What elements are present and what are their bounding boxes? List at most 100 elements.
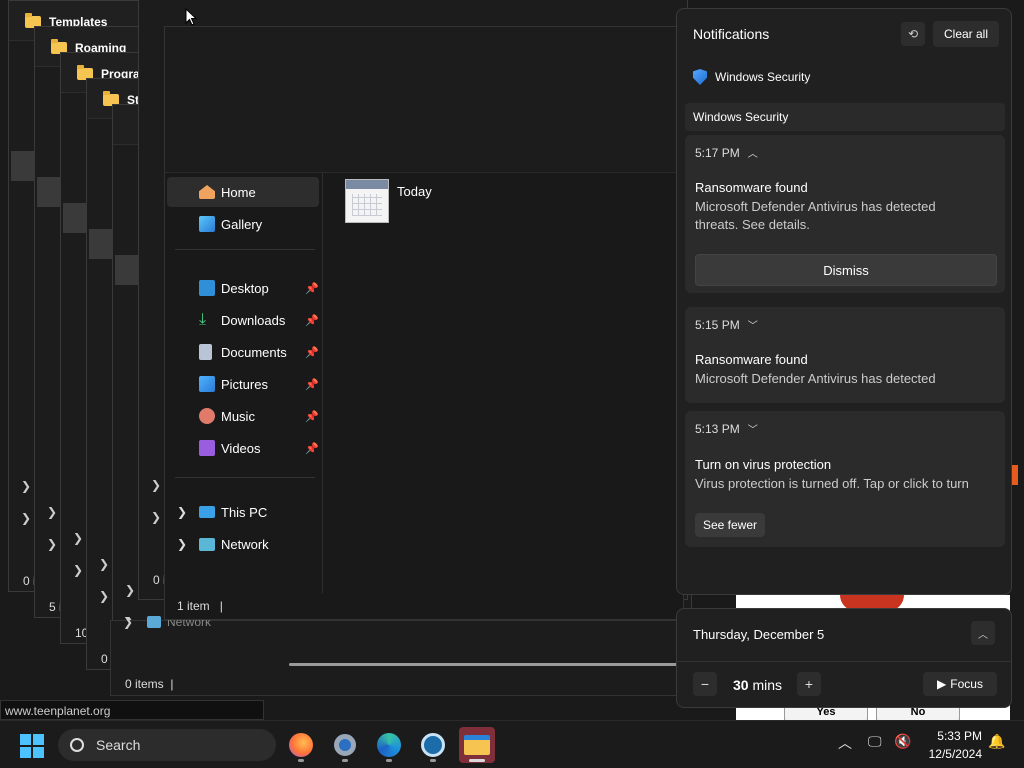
bell-icon[interactable]: 🔔 (988, 733, 1005, 750)
chevron-right-icon[interactable]: ❯ (151, 510, 161, 524)
volume-muted-icon[interactable]: 🔇 (894, 733, 911, 750)
taskbar-search[interactable]: Search (58, 729, 276, 761)
nav-item-pictures[interactable]: Pictures 📌 (167, 369, 319, 399)
notification-time[interactable]: 5:17 PM ︿ (695, 145, 758, 160)
file-name: Today (397, 183, 432, 199)
explorer-window-main[interactable]: Home Gallery Desktop 📌 ⤓ Downloads 📌 Doc… (164, 26, 684, 620)
chevron-right-icon[interactable]: ❯ (99, 557, 109, 571)
nav-item-home[interactable]: Home (167, 177, 319, 207)
desktop-icon (199, 280, 215, 296)
nav-item-desktop[interactable]: Desktop 📌 (167, 273, 319, 303)
nav-item-downloads[interactable]: ⤓ Downloads 📌 (167, 305, 319, 335)
horizontal-scrollbar[interactable] (289, 663, 679, 666)
document-icon (199, 344, 212, 360)
nav-item-this-pc[interactable]: ❯ This PC (167, 497, 319, 527)
clear-all-button[interactable]: Clear all (933, 21, 999, 47)
taskbar-edge[interactable] (371, 727, 407, 763)
nav-label: Gallery (221, 216, 263, 232)
file-item-today[interactable]: Today (345, 179, 432, 223)
notification-group-header[interactable]: Windows Security (685, 103, 1005, 131)
nav-divider (175, 249, 315, 250)
taskbar-clock[interactable]: 5:33 PM 12/5/2024 (924, 727, 982, 763)
see-fewer-button[interactable]: See fewer (695, 513, 765, 537)
minus-icon: − (700, 676, 710, 692)
notification-body: Virus protection is turned off. Tap or c… (695, 476, 969, 491)
download-icon: ⤓ (199, 311, 207, 328)
search-icon (70, 738, 84, 752)
taskbar-settings[interactable] (327, 727, 363, 763)
plus-icon: + (804, 676, 814, 692)
chevron-right-icon[interactable]: ❯ (21, 479, 31, 493)
notification-card[interactable]: 5:15 PM ﹀ Ransomware found Microsoft Defe… (685, 307, 1005, 403)
taskbar-firefox[interactable] (283, 727, 319, 763)
behind-status-text: 0 items | (125, 677, 174, 691)
chevron-right-icon[interactable]: ❯ (177, 505, 187, 519)
taskbar-steam[interactable] (415, 727, 451, 763)
pictures-icon (199, 376, 215, 392)
calendar-date[interactable]: Thursday, December 5 (693, 627, 824, 642)
pin-icon[interactable]: 📌 (305, 314, 319, 327)
focus-button[interactable]: ▶ Focus (923, 672, 997, 696)
nav-selection (89, 229, 113, 259)
chevron-up-icon: ︿ (747, 149, 758, 160)
decrease-focus-button[interactable]: − (693, 672, 717, 696)
music-icon (199, 408, 215, 424)
dismiss-button[interactable]: Dismiss (695, 254, 997, 286)
firefox-icon (289, 733, 313, 757)
status-text: 1 item (177, 599, 210, 613)
notification-body: Microsoft Defender Antivirus has detecte… (695, 199, 936, 232)
nav-item-gallery[interactable]: Gallery (167, 209, 319, 239)
notification-card[interactable]: 5:13 PM ﹀ Turn on virus protection Virus … (685, 411, 1005, 547)
chevron-right-icon[interactable]: ❯ (99, 589, 109, 603)
chevron-right-icon[interactable]: ❯ (73, 563, 83, 577)
steam-icon (421, 733, 445, 757)
nav-label: Network (221, 536, 269, 552)
navigation-pane: Home Gallery Desktop 📌 ⤓ Downloads 📌 Doc… (165, 173, 323, 593)
chevron-right-icon[interactable]: ❯ (123, 615, 133, 629)
gallery-icon (199, 216, 215, 232)
network-icon (147, 616, 161, 628)
folder-icon (464, 735, 490, 755)
pin-icon[interactable]: 📌 (305, 442, 319, 455)
collapse-calendar-button[interactable]: ︿ (971, 621, 995, 645)
notification-card[interactable]: 5:17 PM ︿ Ransomware found Microsoft Defe… (685, 135, 1005, 293)
pin-icon[interactable]: 📌 (305, 378, 319, 391)
app-header: Windows Security (693, 69, 810, 85)
do-not-disturb-button[interactable]: ⟲ (901, 22, 925, 46)
nav-label: Documents (221, 344, 287, 360)
chevron-right-icon[interactable]: ❯ (47, 505, 57, 519)
taskbar: Search ︿ 🖵 🔇 5:33 PM 12/5/2024 🔔 (0, 720, 1024, 768)
search-placeholder: Search (96, 737, 141, 753)
nav-label: Home (221, 184, 256, 200)
notification-title: Ransomware found (695, 180, 808, 195)
nav-item-videos[interactable]: Videos 📌 (167, 433, 319, 463)
edge-icon (377, 733, 401, 757)
pin-icon[interactable]: 📌 (305, 410, 319, 423)
nav-label: Videos (221, 440, 261, 456)
chevron-right-icon[interactable]: ❯ (151, 478, 161, 492)
notification-title: Ransomware found (695, 352, 808, 367)
pin-icon[interactable]: 📌 (305, 282, 319, 295)
pin-icon[interactable]: 📌 (305, 346, 319, 359)
network-icon[interactable]: 🖵 (868, 733, 882, 750)
nav-item-music[interactable]: Music 📌 (167, 401, 319, 431)
chevron-right-icon[interactable]: ❯ (21, 511, 31, 525)
chevron-right-icon[interactable]: ❯ (177, 537, 187, 551)
notification-time[interactable]: 5:13 PM ﹀ (695, 421, 758, 436)
nav-selection (63, 203, 87, 233)
bell-snooze-icon: ⟲ (907, 27, 919, 41)
chevron-right-icon[interactable]: ❯ (73, 531, 83, 545)
start-button[interactable] (20, 734, 44, 758)
nav-label: Desktop (221, 280, 269, 296)
nav-item-documents[interactable]: Documents 📌 (167, 337, 319, 367)
calendar-file-icon (345, 179, 389, 223)
nav-item-network[interactable]: ❯ Network (167, 529, 319, 559)
focus-duration: 30 mins (733, 677, 783, 693)
chevron-up-icon[interactable]: ︿ (838, 733, 852, 753)
increase-focus-button[interactable]: + (797, 672, 821, 696)
chevron-right-icon[interactable]: ❯ (125, 583, 135, 597)
chevron-right-icon[interactable]: ❯ (47, 537, 57, 551)
notification-time[interactable]: 5:15 PM ﹀ (695, 317, 758, 332)
notification-center: Notifications ⟲ Clear all Windows Securi… (676, 8, 1012, 595)
taskbar-file-explorer[interactable] (459, 727, 495, 763)
